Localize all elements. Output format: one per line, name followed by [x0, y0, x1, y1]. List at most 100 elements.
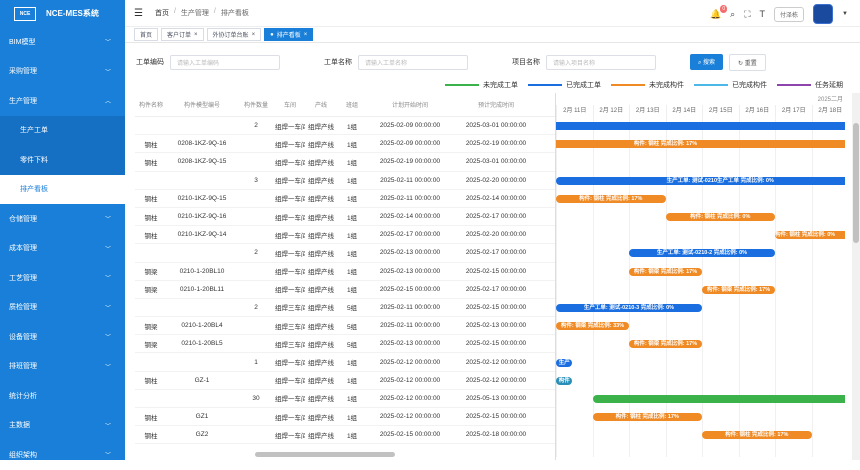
- gantt-bar[interactable]: 构件: 钢梁 完成比例: 17%: [702, 285, 775, 294]
- cell-shop: 组焊一车间: [275, 360, 305, 368]
- sidebar-item[interactable]: 仓储管理 ﹀: [0, 204, 125, 234]
- gantt-bar[interactable]: 构件: 钢柱 完成比例: 17%: [556, 140, 845, 149]
- avatar[interactable]: [813, 4, 834, 24]
- gantt-bar[interactable]: 构件: 钢柱 完成比例: 17%: [556, 194, 666, 203]
- legend-swatch: [528, 84, 562, 86]
- table-row[interactable]: 钢柱 GZ2 组焊一车间 组焊产线 1组 2025-02-15 00:00:00 2025-…: [135, 426, 555, 445]
- column-header: 构件数量: [243, 103, 268, 109]
- sidebar-item[interactable]: 质检管理 ﹀: [0, 293, 125, 323]
- table-row[interactable]: 钢柱 0208-1KZ-9Q-15 组焊一车间 组焊产线 1组 2025-02-19 00…: [135, 153, 555, 172]
- work-order-code-input[interactable]: 请输入工单编码: [170, 54, 280, 70]
- breadcrumb-production[interactable]: 生产管理: [181, 8, 209, 18]
- gantt-bar[interactable]: 构件: 钢柱 完成比例: 0%: [665, 213, 775, 221]
- breadcrumb-home[interactable]: 首页: [155, 8, 169, 18]
- table-row[interactable]: 钢梁 0210-1-20BL11 组焊一车间 组焊产线 1组 2025-02-15 00:…: [135, 281, 555, 299]
- gantt-bar[interactable]: 生产工单: 测试-0210生产工单 完成比例: 0%: [556, 176, 845, 185]
- gantt-bar[interactable]: 构件: 钢柱 完成比例: 0%: [775, 231, 845, 240]
- search-icon[interactable]: ⌕: [730, 9, 735, 20]
- vertical-scrollbar[interactable]: [852, 93, 860, 460]
- sidebar-item[interactable]: 工艺管理 ﹀: [0, 263, 125, 293]
- sidebar-item[interactable]: BIM模型 ﹀: [0, 27, 125, 57]
- menu-toggle-icon[interactable]: ☰: [134, 8, 143, 19]
- cell-model: 0210-1KZ-9Q-16: [177, 213, 227, 221]
- table-row[interactable]: 钢柱 GZ1 组焊一车间 组焊产线 1组 2025-02-12 00:00:00 2025-…: [135, 408, 555, 427]
- project-name-input[interactable]: 请输入项目名称: [546, 54, 656, 70]
- gantt-bar[interactable]: 生产工单: 测试-0208生产工单 完成比例: 0%: [556, 122, 845, 130]
- gantt-bar[interactable]: 生产工单: 测试-0210-2 完成比例: 0%: [629, 249, 775, 258]
- table-row[interactable]: 钢柱 0210-1KZ-9Q-14 组焊一车间 组焊产线 1组 2025-02-17 00…: [135, 226, 555, 245]
- gantt-bar[interactable]: 构件: 钢柱 完成比例: 17%: [702, 431, 812, 440]
- sidebar-item[interactable]: 设备管理 ﹀: [0, 322, 125, 352]
- chevron-down-icon[interactable]: ▼: [842, 11, 848, 17]
- close-icon[interactable]: ×: [304, 32, 308, 38]
- fullscreen-icon[interactable]: ⛶: [744, 9, 750, 20]
- work-order-name-input[interactable]: 请输入工单名称: [358, 54, 468, 70]
- cell-model: GZ2: [195, 431, 209, 439]
- sidebar-item-label: 设备管理: [9, 333, 37, 341]
- cell-name: 钢柱: [144, 159, 158, 167]
- cell-model: 0210-1KZ-9Q-14: [177, 231, 227, 239]
- sidebar-item[interactable]: 成本管理 ﹀: [0, 234, 125, 264]
- user-name-button[interactable]: 付泽栋: [774, 6, 805, 22]
- table-row[interactable]: 钢柱 0210-1KZ-9Q-16 组焊一车间 组焊产线 1组 2025-02-14 00…: [135, 208, 555, 227]
- gantt-bar[interactable]: 构件: 钢梁 完成比例: 33%: [556, 322, 629, 331]
- cell-end: 2025-02-17 00:00:00: [465, 285, 527, 293]
- schedule-table: 构件名称 构件模型编号 构件数量 车间 产线 班组 计划开始时间 预计完成时间 2 组焊一车间 组焊…: [135, 93, 555, 445]
- close-icon[interactable]: ×: [194, 32, 198, 38]
- table-row[interactable]: 钢柱 0208-1KZ-9Q-16 组焊一车间 组焊产线 1组 2025-02-09 00…: [135, 135, 555, 154]
- vertical-scroll-thumb[interactable]: [853, 123, 859, 243]
- cell-end: 2025-02-15 00:00:00: [465, 303, 527, 311]
- app-logo[interactable]: NCE NCE-MES系统: [0, 0, 125, 27]
- cell-end: 2025-02-17 00:00:00: [465, 213, 527, 221]
- sidebar-item[interactable]: 生产管理 ︿: [0, 86, 125, 116]
- sidebar-item[interactable]: 组织架构 ﹀: [0, 440, 125, 470]
- sidebar-subitem[interactable]: 生产工单: [0, 115, 125, 145]
- gantt-bar[interactable]: 构件: 钢梁 完成比例: 17%: [629, 267, 702, 276]
- table-row[interactable]: 钢梁 0210-1-20BL10 组焊一车间 组焊产线 1组 2025-02-13 00:…: [135, 263, 555, 281]
- table-row[interactable]: 钢梁 0210-1-20BL4 组焊三车间 组焊产线 5组 2025-02-11 00:0…: [135, 317, 555, 336]
- chevron-down-icon: ﹀: [104, 364, 111, 371]
- gantt-bar[interactable]: 构件: 钢梁 完成比例: 17%: [629, 340, 702, 349]
- reset-button[interactable]: ↻ 重置: [729, 53, 766, 71]
- table-row[interactable]: 3 组焊一车间 组焊产线 1组 2025-02-11 00:00:00 2025-02-2…: [135, 172, 555, 190]
- horizontal-scrollbar[interactable]: [135, 452, 555, 458]
- table-row[interactable]: 2 组焊一车间 组焊产线 1组 2025-02-09 00:00:00 2025-03-0…: [135, 117, 555, 136]
- tab-item[interactable]: 首页: [134, 28, 159, 41]
- gantt-bar[interactable]: 生产: [556, 358, 573, 367]
- table-row[interactable]: 30 组焊一车间 组焊产线 1组 2025-02-12 00:00:00 2025-05-…: [135, 390, 555, 408]
- gantt-day-label: 2月 14日: [665, 105, 703, 117]
- cell-start: 2025-02-15 00:00:00: [379, 285, 441, 293]
- tab-item[interactable]: 客户订单 ×: [161, 28, 204, 41]
- cell-end: 2025-02-15 00:00:00: [465, 413, 527, 421]
- cell-shop: 组焊三车间: [275, 323, 305, 331]
- gantt-bar[interactable]: 生产工单: 测试-0210-3 完成比例: 0%: [556, 304, 702, 312]
- sidebar-subitem[interactable]: 排产看板: [0, 174, 125, 204]
- table-row[interactable]: 钢柱 GZ-1 组焊一车间 组焊产线 1组 2025-02-12 00:00:00 2025…: [135, 372, 555, 390]
- tab-item[interactable]: ● 排产看板 ×: [264, 28, 314, 41]
- chevron-down-icon: ﹀: [104, 335, 111, 342]
- sidebar-item[interactable]: 主数据 ﹀: [0, 411, 125, 441]
- sidebar-item[interactable]: 排班管理 ﹀: [0, 352, 125, 382]
- table-row[interactable]: 2 组焊一车间 组焊产线 1组 2025-02-13 00:00:00 2025-02-1…: [135, 244, 555, 263]
- bell-icon[interactable]: 🔔 0: [710, 4, 728, 20]
- close-icon[interactable]: ×: [252, 32, 256, 38]
- font-size-icon[interactable]: T: [760, 9, 766, 19]
- horizontal-scroll-thumb[interactable]: [255, 452, 395, 457]
- cell-team: 1组: [346, 269, 358, 277]
- gantt-bar[interactable]: [592, 395, 845, 403]
- search-button[interactable]: ⌕ 搜索: [690, 54, 724, 70]
- sidebar-item[interactable]: 采购管理 ﹀: [0, 57, 125, 87]
- sidebar-subitem[interactable]: 零件下料: [0, 145, 125, 175]
- cell-team: 1组: [346, 178, 358, 186]
- gantt-bar[interactable]: 构件: 钢柱 完成比例: 17%: [592, 413, 702, 422]
- table-row[interactable]: 2 组焊三车间 组焊产线 5组 2025-02-11 00:00:00 2025-02-1…: [135, 299, 555, 318]
- gantt-gridline: [665, 117, 667, 457]
- topbar-actions: 🔔 0 ⌕ ⛶ T 付泽栋 ▼: [710, 4, 848, 24]
- table-row[interactable]: 钢柱 0210-1KZ-9Q-15 组焊一车间 组焊产线 1组 2025-02-11 00…: [135, 190, 555, 208]
- cell-team: 5组: [346, 305, 358, 313]
- gantt-bar[interactable]: 构件: [556, 376, 573, 385]
- table-row[interactable]: 钢梁 0210-1-20BL5 组焊三车间 组焊产线 5组 2025-02-13 00:0…: [135, 335, 555, 354]
- table-row[interactable]: 1 组焊一车间 组焊产线 1组 2025-02-12 00:00:00 2025-02-1…: [135, 353, 555, 372]
- tab-item[interactable]: 外协订单台账 ×: [206, 28, 262, 41]
- sidebar-item[interactable]: 统计分析: [0, 381, 125, 411]
